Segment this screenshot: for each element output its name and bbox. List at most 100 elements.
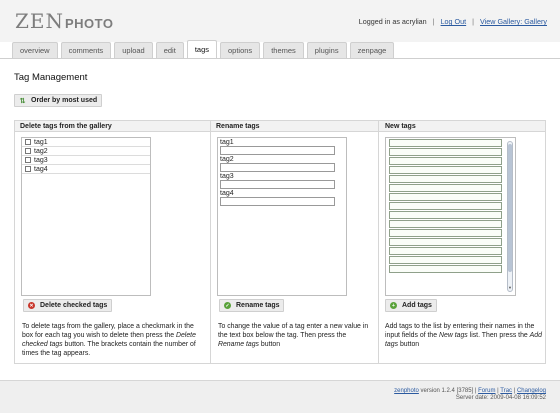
footer: zenphoto version 1.2.4 [3785] | Forum | … bbox=[0, 380, 560, 413]
tab-comments[interactable]: comments bbox=[60, 42, 112, 58]
rename-tag-label: tag2 bbox=[220, 156, 234, 163]
tag-checkbox[interactable] bbox=[25, 139, 31, 145]
delete-tag-row[interactable]: tag3 bbox=[22, 156, 150, 165]
delete-tags-list[interactable]: tag1 tag2 tag3 tag4 bbox=[21, 137, 151, 296]
new-desc-text-end: button bbox=[398, 341, 420, 348]
new-tag-input[interactable] bbox=[389, 193, 502, 201]
new-tag-input[interactable] bbox=[389, 265, 502, 273]
plus-icon: + bbox=[390, 302, 397, 309]
add-button-label: Add tags bbox=[402, 302, 432, 309]
new-tag-input[interactable] bbox=[389, 202, 502, 210]
tab-divider bbox=[0, 58, 560, 59]
delete-tag-row[interactable]: tag4 bbox=[22, 165, 150, 174]
rename-panel-header: Rename tags bbox=[216, 123, 260, 130]
zenphoto-link[interactable]: zenphoto bbox=[394, 388, 419, 394]
version-text: version 1.2.4 [3785] | bbox=[418, 388, 479, 394]
new-tag-input[interactable] bbox=[389, 166, 502, 174]
new-tag-input[interactable] bbox=[389, 229, 502, 237]
tag-label: tag1 bbox=[34, 138, 48, 146]
new-tag-inputs bbox=[386, 139, 515, 273]
logout-link[interactable]: Log Out bbox=[441, 17, 467, 26]
tag-label: tag3 bbox=[34, 156, 48, 164]
order-by-most-used-button[interactable]: ⇅ Order by most used bbox=[14, 94, 102, 107]
rename-tag-label: tag3 bbox=[220, 173, 234, 180]
page-title: Tag Management bbox=[14, 72, 88, 83]
panel-divider bbox=[210, 120, 211, 364]
tab-plugins[interactable]: plugins bbox=[306, 42, 347, 58]
new-panel-header: New tags bbox=[385, 123, 416, 130]
server-date: Server date: 2009-04-08 16:09:52 bbox=[455, 395, 546, 401]
new-tag-input[interactable] bbox=[389, 211, 502, 219]
zenphoto-logo[interactable]: ZEN PHOTO bbox=[15, 9, 114, 33]
rename-tag-input[interactable] bbox=[220, 180, 335, 189]
delete-description: To delete tags from the gallery, place a… bbox=[22, 322, 204, 358]
delete-desc-text: To delete tags from the gallery, place a… bbox=[22, 323, 194, 339]
delete-tag-row[interactable]: tag2 bbox=[22, 147, 150, 156]
scrollbar[interactable]: ▼ bbox=[507, 141, 513, 292]
rename-description: To change the value of a tag enter a new… bbox=[218, 322, 374, 349]
order-button-label: Order by most used bbox=[31, 97, 98, 104]
scroll-down-arrow-icon[interactable]: ▼ bbox=[508, 285, 512, 290]
rename-desc-emphasis: Rename tags bbox=[218, 341, 259, 348]
new-tag-input[interactable] bbox=[389, 220, 502, 228]
new-tag-input[interactable] bbox=[389, 238, 502, 246]
delete-tag-row[interactable]: tag1 bbox=[22, 138, 150, 147]
sort-icon: ⇅ bbox=[19, 97, 26, 105]
rename-tag-input[interactable] bbox=[220, 163, 335, 172]
trac-link[interactable]: Trac bbox=[500, 388, 512, 394]
panel-divider bbox=[378, 120, 379, 364]
add-tags-button[interactable]: + Add tags bbox=[385, 299, 437, 312]
separator: | bbox=[432, 17, 435, 26]
new-tag-input[interactable] bbox=[389, 157, 502, 165]
rename-desc-text-end: button bbox=[258, 341, 281, 348]
rename-tags-list: tag1 tag2 tag3 tag4 bbox=[217, 137, 347, 296]
tab-overview[interactable]: overview bbox=[12, 42, 58, 58]
check-icon: ✓ bbox=[224, 302, 231, 309]
header: ZEN PHOTO Logged in as acrylian | Log Ou… bbox=[0, 0, 560, 42]
new-tag-input[interactable] bbox=[389, 148, 502, 156]
tab-edit[interactable]: edit bbox=[155, 42, 184, 58]
rename-tag-label: tag1 bbox=[220, 139, 234, 146]
scrollbar-thumb[interactable] bbox=[508, 144, 512, 272]
new-tag-input[interactable] bbox=[389, 175, 502, 183]
view-gallery-link[interactable]: View Gallery: Gallery bbox=[480, 17, 547, 26]
tab-tags[interactable]: tags bbox=[186, 40, 217, 58]
rename-tags-button[interactable]: ✓ Rename tags bbox=[219, 299, 284, 312]
tag-label: tag4 bbox=[34, 165, 48, 173]
rename-desc-text: To change the value of a tag enter a new… bbox=[218, 323, 369, 339]
rename-tag-label: tag4 bbox=[220, 190, 234, 197]
logo-photo: PHOTO bbox=[65, 16, 114, 31]
delete-panel-header: Delete tags from the gallery bbox=[20, 123, 112, 130]
separator: | bbox=[472, 17, 475, 26]
new-tag-input[interactable] bbox=[389, 139, 502, 147]
delete-checked-tags-button[interactable]: ✕ Delete checked tags bbox=[23, 299, 112, 312]
new-tag-input[interactable] bbox=[389, 256, 502, 264]
new-tags-description: Add tags to the list by entering their n… bbox=[385, 322, 545, 349]
delete-button-label: Delete checked tags bbox=[40, 302, 108, 309]
tab-zenpage[interactable]: zenpage bbox=[349, 42, 395, 58]
tag-label: tag2 bbox=[34, 147, 48, 155]
new-desc-text-mid: list. Then press the bbox=[467, 332, 530, 339]
main-tabs: overview comments upload edit tags options the… bbox=[12, 40, 395, 58]
new-tags-list: ▼ bbox=[385, 137, 516, 296]
footer-info: zenphoto version 1.2.4 [3785] | Forum | … bbox=[394, 388, 546, 402]
new-tag-input[interactable] bbox=[389, 184, 502, 192]
new-desc-emphasis: New tags bbox=[439, 332, 468, 339]
changelog-link[interactable]: Changelog bbox=[517, 388, 546, 394]
logo-zen: ZEN bbox=[15, 9, 64, 33]
user-bar: Logged in as acrylian | Log Out | View G… bbox=[359, 17, 547, 26]
logged-in-status: Logged in as acrylian bbox=[358, 17, 427, 26]
tab-themes[interactable]: themes bbox=[263, 42, 304, 58]
panel-headers: Delete tags from the gallery Rename tags… bbox=[15, 121, 545, 132]
tag-checkbox[interactable] bbox=[25, 148, 31, 154]
rename-tag-input[interactable] bbox=[220, 146, 335, 155]
tab-upload[interactable]: upload bbox=[114, 42, 153, 58]
tag-checkbox[interactable] bbox=[25, 166, 31, 172]
forum-link[interactable]: Forum bbox=[478, 388, 495, 394]
rename-button-label: Rename tags bbox=[236, 302, 280, 309]
delete-icon: ✕ bbox=[28, 302, 35, 309]
new-tag-input[interactable] bbox=[389, 247, 502, 255]
rename-tag-input[interactable] bbox=[220, 197, 335, 206]
tag-checkbox[interactable] bbox=[25, 157, 31, 163]
tab-options[interactable]: options bbox=[220, 42, 261, 58]
